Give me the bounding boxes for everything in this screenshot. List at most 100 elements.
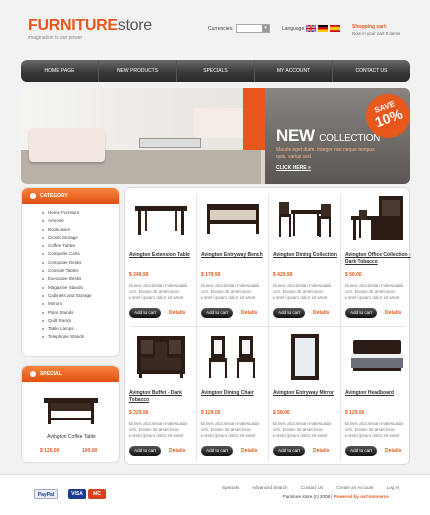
details-link[interactable]: Details xyxy=(241,310,257,316)
category-item[interactable]: Quilt Racks xyxy=(42,317,119,325)
currency-select[interactable]: ▾ xyxy=(236,24,270,33)
category-item[interactable]: Console Tables xyxy=(42,267,119,275)
category-item[interactable]: Computer Desks xyxy=(42,259,119,267)
product-description: Donec accumsan malesuada orci. Donec sit… xyxy=(129,421,188,438)
copyright: Furniture store (c) 2008 | Powered by os… xyxy=(283,494,389,499)
currencies-label: Currencies: xyxy=(208,26,234,32)
product-name[interactable]: Avington Entryway Mirror xyxy=(273,390,339,397)
nav-specials[interactable]: SPECIALS xyxy=(177,60,255,82)
add-to-cart-button[interactable]: Add to cart xyxy=(201,308,233,318)
bench-icon[interactable] xyxy=(201,194,265,246)
product-description: Donec accumsan malesuada orci. Donec sit… xyxy=(345,283,404,300)
add-to-cart-button[interactable]: Add to cart xyxy=(345,308,377,318)
category-item[interactable]: Armoire xyxy=(42,217,119,225)
add-to-cart-button[interactable]: Add to cart xyxy=(129,308,161,318)
dining-table-icon[interactable] xyxy=(129,194,193,246)
product-price: $ 249.99 xyxy=(129,272,149,278)
category-item[interactable]: Plant Stands xyxy=(42,309,119,317)
product-price: $ 58.00 xyxy=(345,272,362,278)
uk-flag-icon[interactable] xyxy=(306,25,316,32)
category-item[interactable]: Cabinets and Storage xyxy=(42,292,119,300)
banner-title-small: COLLECTION xyxy=(319,133,381,144)
germany-flag-icon[interactable] xyxy=(318,25,328,32)
category-item[interactable]: Telephone Stands xyxy=(42,333,119,341)
product-card: Avington Dining Collection $ 429.99 Done… xyxy=(269,190,341,325)
category-item[interactable]: Magazine Stands xyxy=(42,284,119,292)
product-name[interactable]: Avington Headboard xyxy=(345,390,411,397)
chairs-icon[interactable] xyxy=(201,332,265,384)
special-box: SPECIAL Avington Coffee Table $ 120.00 1… xyxy=(21,365,120,463)
chevron-down-icon: ▾ xyxy=(262,25,269,32)
paypal-icon: PayPal xyxy=(34,489,58,499)
details-link[interactable]: Details xyxy=(169,310,185,316)
category-title: CATEGORY xyxy=(40,193,68,199)
spain-flag-icon[interactable] xyxy=(330,25,340,32)
add-to-cart-button[interactable]: Add to cart xyxy=(129,446,161,456)
details-link[interactable]: Details xyxy=(241,448,257,454)
powered-by-link[interactable]: Powered by osCommerce xyxy=(334,494,389,499)
nav-my-account[interactable]: MY ACCOUNT xyxy=(255,60,333,82)
bed-icon[interactable] xyxy=(345,332,409,384)
visa-icon: VISA xyxy=(68,489,86,499)
special-product-name[interactable]: Avington Coffee Table xyxy=(22,434,121,440)
hero-banner: NEW COLLECTION Mauris eget diam. Integer… xyxy=(21,88,410,184)
add-to-cart-button[interactable]: Add to cart xyxy=(273,308,305,318)
product-card: Avington Buffet - Dark Tobacco $ 229.56 … xyxy=(125,328,197,463)
category-item[interactable]: Closet Storage xyxy=(42,234,119,242)
product-name[interactable]: Avington Buffet - Dark Tobacco xyxy=(129,390,195,404)
coffee-table-icon[interactable] xyxy=(42,394,100,426)
product-name[interactable]: Avington Dining Collection xyxy=(273,252,339,259)
nav-home[interactable]: HOME PAGE xyxy=(21,60,99,82)
footer: PayPal VISA MC Specials Advanced Search … xyxy=(0,474,430,515)
details-link[interactable]: Details xyxy=(169,448,185,454)
banner-click-here[interactable]: CLICK HERE » xyxy=(276,165,311,171)
product-price: $ 129.56 xyxy=(345,410,365,416)
details-link[interactable]: Details xyxy=(385,448,401,454)
details-link[interactable]: Details xyxy=(313,310,329,316)
category-item[interactable]: Bookcases xyxy=(42,226,119,234)
footer-link-contact-us[interactable]: Contact Us xyxy=(301,485,323,490)
site-logo[interactable]: FURNITUREstore xyxy=(28,17,152,35)
banner-text: Mauris eget diam. Integer nisi neque tem… xyxy=(276,147,375,160)
banner-click-label: CLICK HERE xyxy=(276,165,307,171)
nav-new-products[interactable]: NEW PRODUCTS xyxy=(99,60,177,82)
product-description: Donec accumsan malesuada orci. Donec sit… xyxy=(345,421,404,438)
category-item[interactable]: Table Lamps xyxy=(42,325,119,333)
footer-link-create-account[interactable]: Create an Account xyxy=(336,485,373,490)
product-card: Avington Headboard $ 129.56 Donec accums… xyxy=(341,328,413,463)
add-to-cart-button[interactable]: Add to cart xyxy=(345,446,377,456)
category-item[interactable]: Mirrors xyxy=(42,300,119,308)
product-price: $ 229.56 xyxy=(129,410,149,416)
product-name[interactable]: Avington Office Collection - Dark Tobacc… xyxy=(345,252,411,266)
footer-link-log-in[interactable]: Log In xyxy=(387,485,400,490)
product-description: Donec accumsan malesuada orci. Donec sit… xyxy=(273,421,332,438)
product-name[interactable]: Avington Dining Chair xyxy=(201,390,267,397)
copyright-text: Furniture store (c) 2008 xyxy=(283,494,331,499)
product-card: Avington Extension Table $ 249.99 Donec … xyxy=(125,190,197,325)
dining-set-icon[interactable] xyxy=(273,194,337,246)
footer-link-specials[interactable]: Specials xyxy=(222,485,239,490)
category-item[interactable]: Computer Carts xyxy=(42,250,119,258)
product-price: $ 429.99 xyxy=(273,272,293,278)
special-title: SPECIAL xyxy=(40,371,62,377)
shopping-cart-title[interactable]: Shopping cart: xyxy=(352,24,387,30)
category-item[interactable]: Executive Desks xyxy=(42,275,119,283)
nav-contact-us[interactable]: CONTACT US xyxy=(333,60,410,82)
add-to-cart-button[interactable]: Add to cart xyxy=(201,446,233,456)
product-card: Avington Entryway Bench $ 179.99 Donec a… xyxy=(197,190,269,325)
banner-sofa xyxy=(29,128,105,162)
details-link[interactable]: Details xyxy=(313,448,329,454)
footer-link-advanced-search[interactable]: Advanced Search xyxy=(252,485,288,490)
category-item[interactable]: Coffee Tables xyxy=(42,242,119,250)
buffet-icon[interactable] xyxy=(129,332,193,384)
product-name[interactable]: Avington Entryway Bench xyxy=(201,252,267,259)
office-desk-icon[interactable] xyxy=(345,194,409,246)
product-card: Avington Dining Chair $ 129.00 Donec acc… xyxy=(197,328,269,463)
special-header: SPECIAL xyxy=(22,366,119,382)
category-item[interactable]: Home Furniture xyxy=(42,209,119,217)
add-to-cart-button[interactable]: Add to cart xyxy=(273,446,305,456)
details-link[interactable]: Details xyxy=(385,310,401,316)
product-description: Donec accumsan malesuada orci. Donec sit… xyxy=(273,283,332,300)
product-name[interactable]: Avington Extension Table xyxy=(129,252,195,259)
mirror-icon[interactable] xyxy=(273,332,337,384)
